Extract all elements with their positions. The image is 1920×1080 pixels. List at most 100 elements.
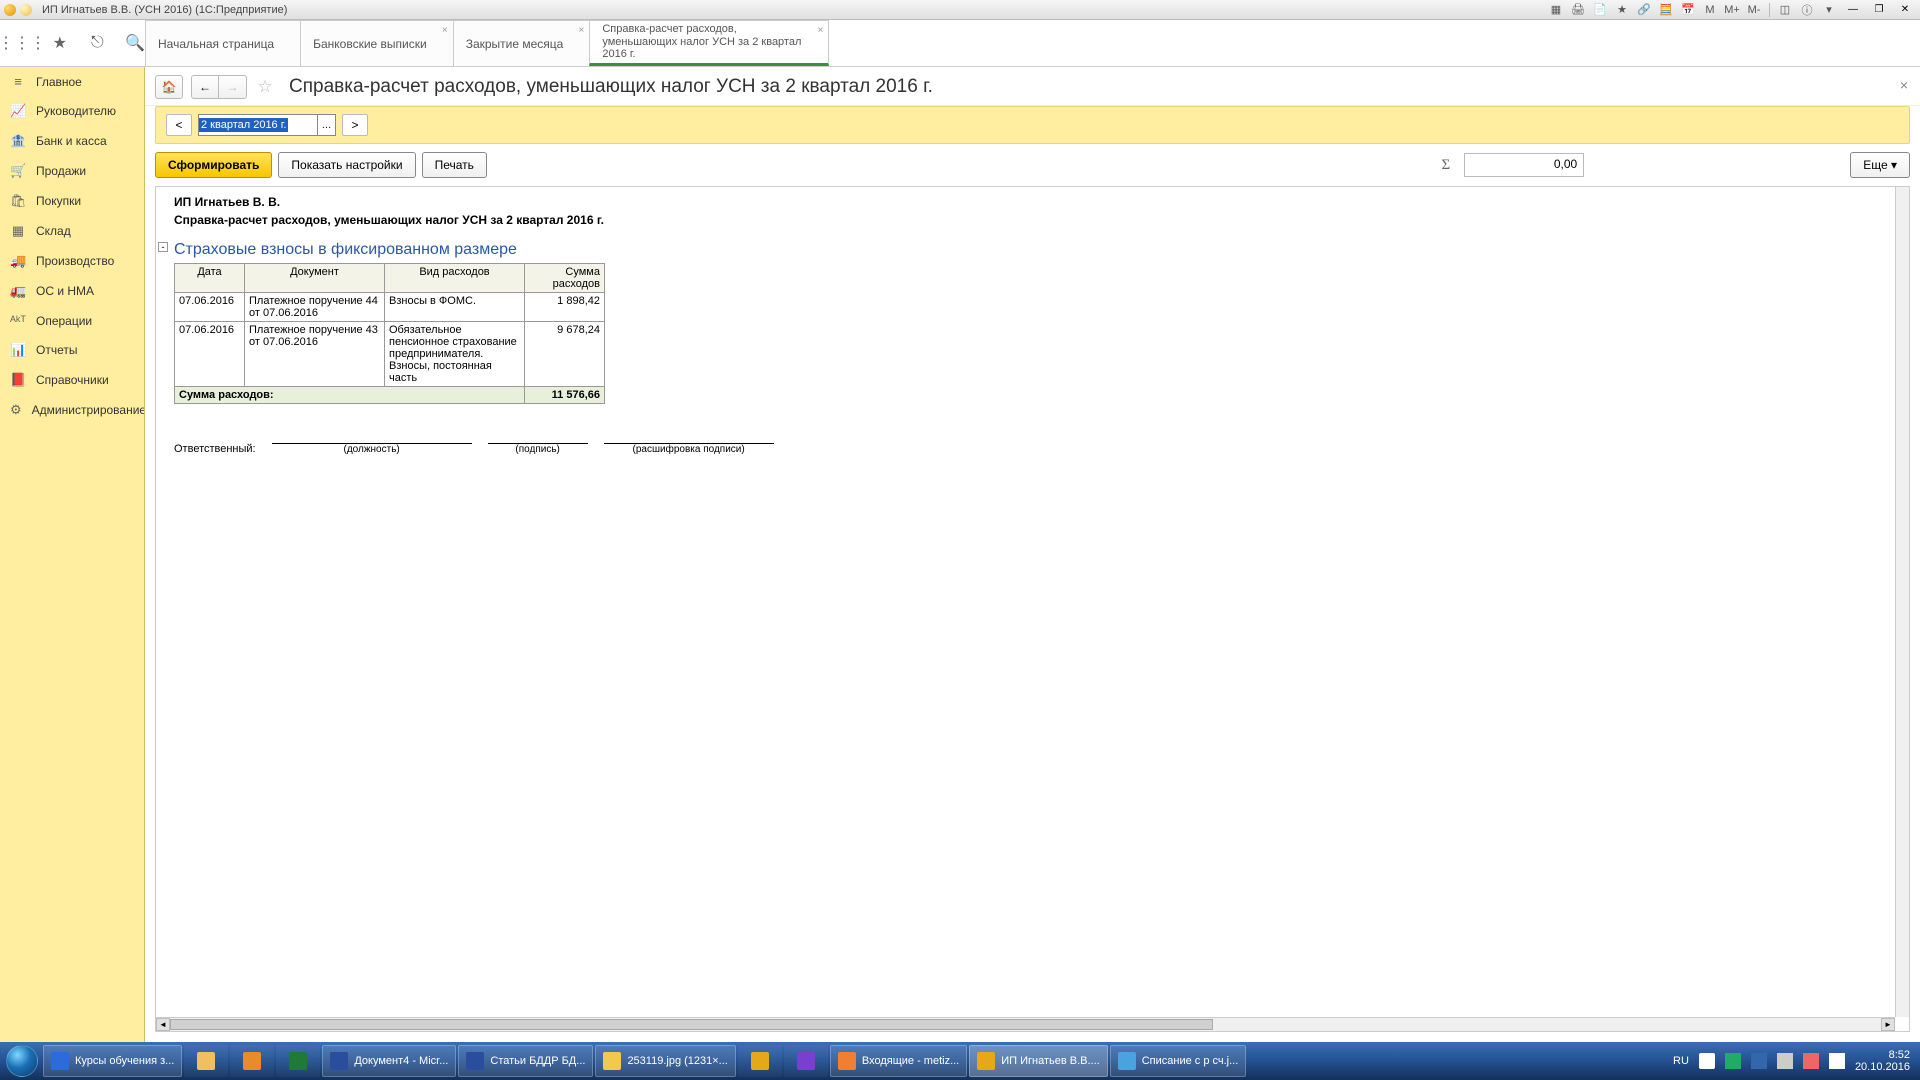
sidebar-item-sales[interactable]: 🛒Продажи [0, 156, 144, 186]
bag-icon: 🛍 [10, 193, 26, 209]
tab-label: Начальная страница [158, 37, 274, 51]
scroll-thumb[interactable] [170, 1019, 1213, 1030]
start-orb-icon [6, 1045, 38, 1077]
taskbar-item[interactable]: Документ4 - Micr... [322, 1045, 456, 1077]
book-icon: 📕 [10, 372, 26, 388]
sidebar-item-admin[interactable]: ⚙Администрирование [0, 395, 144, 425]
sidebar-item-assets[interactable]: 🚛ОС и НМА [0, 276, 144, 306]
tab-report[interactable]: Справка-расчет расходов, уменьшающих нал… [589, 20, 829, 66]
page-close-icon[interactable]: × [1900, 77, 1908, 93]
sidebar-item-operations[interactable]: ᴬᵏᵀОперации [0, 306, 144, 335]
home-button[interactable]: 🏠 [155, 75, 183, 99]
back-button[interactable]: ← [191, 75, 219, 99]
system-tray: RU 8:52 20.10.2016 [1673, 1049, 1918, 1073]
minimize-button[interactable]: — [1842, 2, 1864, 18]
maximize-button[interactable]: ❐ [1868, 2, 1890, 18]
page-title: Справка-расчет расходов, уменьшающих нал… [289, 76, 933, 98]
sidebar-item-manager[interactable]: 📈Руководителю [0, 96, 144, 126]
period-bar: < 2 квартал 2016 г. … > [155, 106, 1910, 144]
close-button[interactable]: ✕ [1894, 2, 1916, 18]
sum-value[interactable]: 0,00 [1464, 153, 1584, 177]
show-settings-button[interactable]: Показать настройки [278, 152, 415, 178]
tb-icon-7[interactable]: 📅 [1679, 2, 1697, 18]
col-date: Дата [175, 264, 245, 293]
period-picker-button[interactable]: … [318, 114, 336, 136]
clock[interactable]: 8:52 20.10.2016 [1855, 1049, 1910, 1073]
period-next-button[interactable]: > [342, 114, 368, 136]
horizontal-scrollbar[interactable]: ◄ ► [156, 1017, 1895, 1031]
responsible-label: Ответственный: [174, 443, 256, 455]
sidebar-item-reports[interactable]: 📊Отчеты [0, 335, 144, 365]
tab-label: Закрытие месяца [466, 37, 564, 51]
m-plus-btn[interactable]: M+ [1723, 2, 1741, 18]
tray-volume-icon[interactable] [1829, 1053, 1845, 1069]
sig-position: (должность) [272, 430, 472, 455]
forward-button[interactable]: → [219, 75, 247, 99]
taskbar-item[interactable]: ИП Игнатьев В.В.... [969, 1045, 1107, 1077]
sidebar-item-label: Администрирование [32, 403, 145, 417]
tb-icon-2[interactable]: 🖨 [1569, 2, 1587, 18]
tab-bank[interactable]: Банковские выписки× [300, 20, 454, 66]
tray-icon[interactable] [1751, 1053, 1767, 1069]
tb-icon-4[interactable]: ★ [1613, 2, 1631, 18]
main: ≡Главное 📈Руководителю 🏦Банк и касса 🛒Пр… [0, 67, 1920, 1042]
m-btn[interactable]: M [1701, 2, 1719, 18]
table-row[interactable]: 07.06.2016 Платежное поручение 44 от 07.… [175, 293, 605, 322]
taskbar-item[interactable] [784, 1045, 828, 1077]
vertical-scrollbar[interactable] [1895, 187, 1909, 1017]
cart-icon: 🛒 [10, 163, 26, 179]
sidebar-item-purchases[interactable]: 🛍Покупки [0, 186, 144, 216]
sidebar-item-warehouse[interactable]: ▦Склад [0, 216, 144, 246]
tab-close-icon[interactable]: × [442, 25, 448, 36]
tb-icon-5[interactable]: 🔗 [1635, 2, 1653, 18]
print-button[interactable]: Печать [422, 152, 487, 178]
tb-icon-1[interactable]: ▦ [1547, 2, 1565, 18]
search-icon[interactable]: 🔍 [125, 33, 145, 53]
apps-icon[interactable]: ⋮⋮⋮ [12, 33, 32, 53]
tb-icon-6[interactable]: 🧮 [1657, 2, 1675, 18]
taskbar-item[interactable] [738, 1045, 782, 1077]
tray-icon[interactable] [1803, 1053, 1819, 1069]
collapse-toggle[interactable]: - [158, 242, 168, 252]
m-minus-btn[interactable]: M- [1745, 2, 1763, 18]
tb-icon-3[interactable]: 📄 [1591, 2, 1609, 18]
taskbar-item[interactable] [230, 1045, 274, 1077]
dropdown-icon[interactable]: ▾ [1820, 2, 1838, 18]
separator [1769, 3, 1770, 17]
generate-button[interactable]: Сформировать [155, 152, 272, 178]
start-button[interactable] [2, 1043, 42, 1079]
taskbar-item[interactable]: Входящие - metiz... [830, 1045, 967, 1077]
table-row[interactable]: 07.06.2016 Платежное поручение 43 от 07.… [175, 322, 605, 387]
panel-icon[interactable]: ◫ [1776, 2, 1794, 18]
taskbar-item[interactable]: Курсы обучения з... [43, 1045, 182, 1077]
tray-icon[interactable] [1777, 1053, 1793, 1069]
info-icon[interactable]: ⓘ [1798, 2, 1816, 18]
tab-close-icon[interactable]: × [818, 25, 824, 36]
taskbar-item[interactable]: 253119.jpg (1231×... [595, 1045, 735, 1077]
col-type: Вид расходов [385, 264, 525, 293]
tab-close-icon[interactable]: × [579, 25, 585, 36]
col-sum: Сумма расходов [525, 264, 605, 293]
tab-start[interactable]: Начальная страница [145, 20, 301, 66]
tray-icon[interactable] [1699, 1053, 1715, 1069]
tab-closing[interactable]: Закрытие месяца × [453, 20, 591, 66]
more-button[interactable]: Еще ▾ [1850, 152, 1910, 178]
period-input[interactable]: 2 квартал 2016 г. [198, 114, 318, 136]
sidebar-item-bank[interactable]: 🏦Банк и касса [0, 126, 144, 156]
lang-indicator[interactable]: RU [1673, 1055, 1689, 1067]
titlebar: ИП Игнатьев В.В. (УСН 2016) (1С:Предприя… [0, 0, 1920, 20]
taskbar-item[interactable] [184, 1045, 228, 1077]
taskbar-item[interactable]: Списание с р сч.j... [1110, 1045, 1247, 1077]
sidebar-item-production[interactable]: 🚚Производство [0, 246, 144, 276]
favorite-icon[interactable]: ☆ [255, 77, 275, 97]
sidebar-item-main[interactable]: ≡Главное [0, 67, 144, 96]
period-prev-button[interactable]: < [166, 114, 192, 136]
taskbar-item[interactable]: Статьи БДДР БД... [458, 1045, 593, 1077]
scroll-left-arrow[interactable]: ◄ [156, 1018, 170, 1031]
taskbar-item[interactable] [276, 1045, 320, 1077]
star-icon[interactable]: ★ [50, 33, 70, 53]
sidebar-item-directories[interactable]: 📕Справочники [0, 365, 144, 395]
history-icon[interactable]: ⎋ [88, 33, 108, 53]
tray-icon[interactable] [1725, 1053, 1741, 1069]
scroll-right-arrow[interactable]: ► [1881, 1018, 1895, 1031]
